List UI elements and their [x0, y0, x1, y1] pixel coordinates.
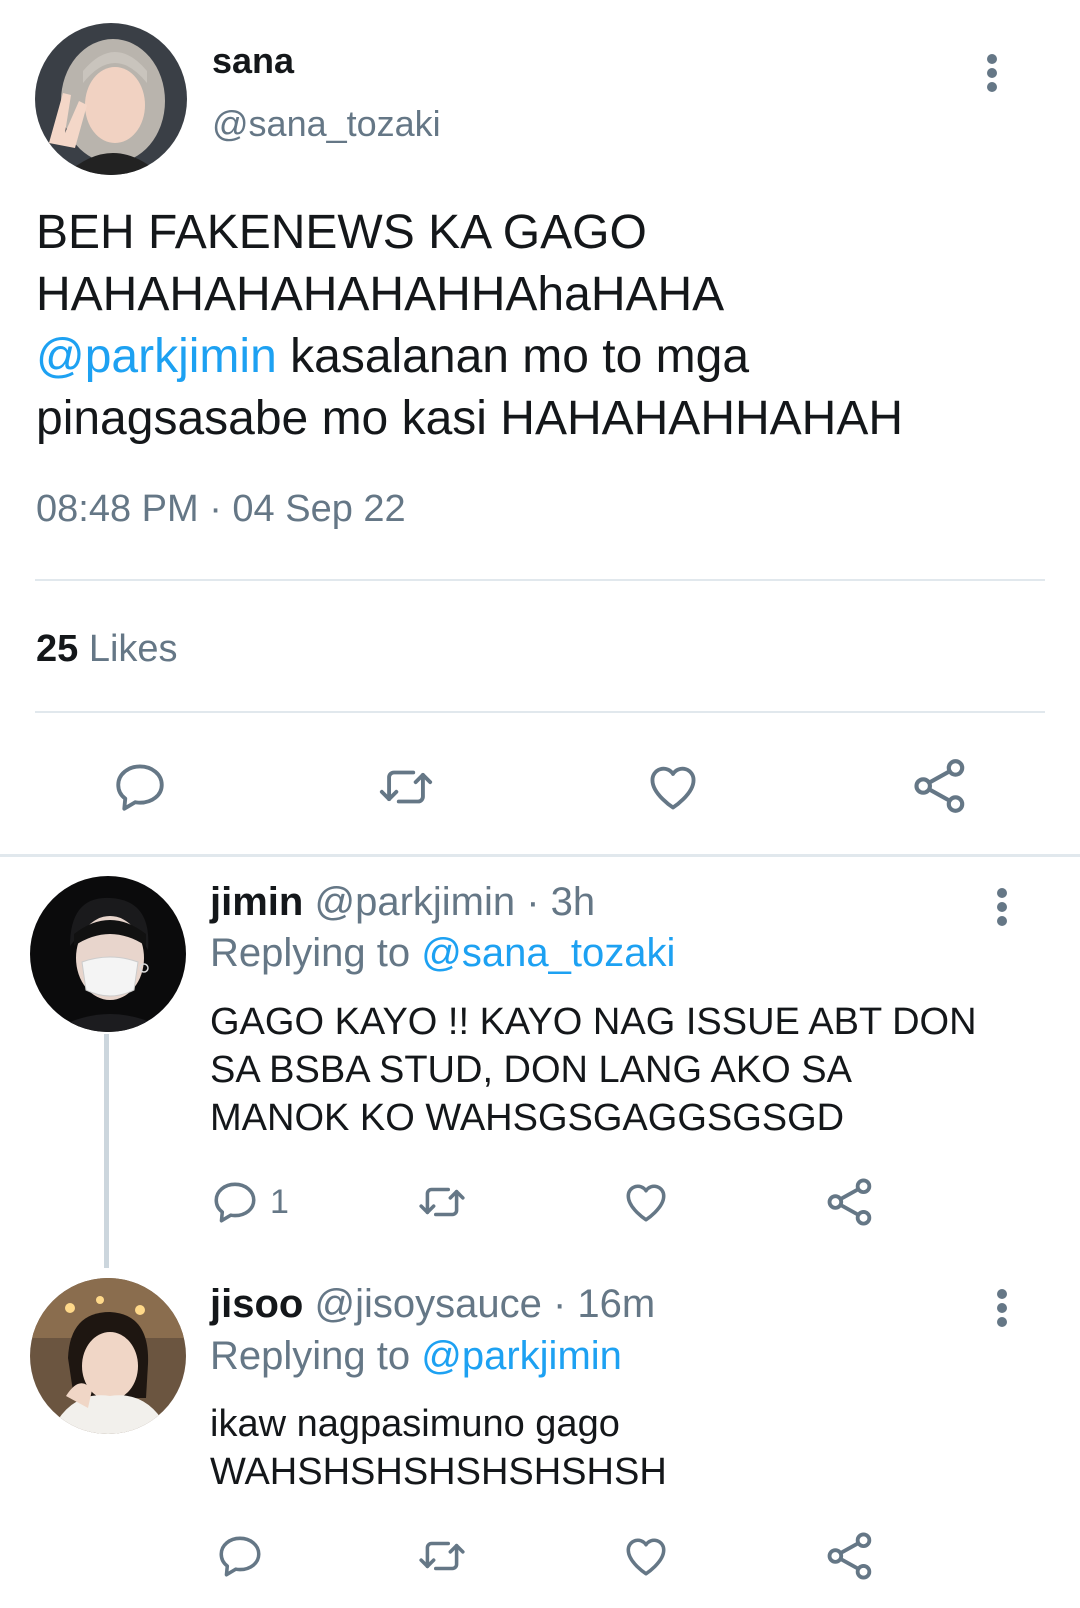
thread-line [104, 1034, 109, 1268]
reply-text-line: SA BSBA STUD, DON LANG AKO SA [210, 1049, 852, 1091]
retweet-icon [419, 1541, 465, 1571]
replying-to-handle[interactable]: @sana_tozaki [421, 931, 675, 975]
likes-label: Likes [88, 628, 178, 670]
share-icon [827, 1178, 872, 1226]
like-icon [650, 766, 696, 810]
replying-to: Replying to @sana_tozaki [210, 931, 675, 976]
author-handle[interactable]: @sana_tozaki [212, 103, 441, 145]
reply-icon [214, 1182, 256, 1223]
mention-link[interactable]: @parkjimin [36, 330, 277, 383]
author-display-name[interactable]: sana [212, 40, 294, 82]
like-button[interactable] [637, 755, 709, 819]
reply-display-name[interactable]: jimin [210, 880, 303, 924]
share-icon [914, 759, 965, 813]
share-button[interactable] [820, 1528, 880, 1584]
share-icon [827, 1532, 872, 1580]
tweet-text: BEH FAKENEWS KA GAGO HAHAHAHAHAHAHHAhaHA… [36, 202, 903, 450]
reply-header: jisoo @jisoysauce · 16m [210, 1282, 655, 1327]
retweet-icon [379, 770, 433, 804]
tweet-text-line: @parkjimin kasalanan mo to mga [36, 326, 903, 388]
like-button[interactable] [616, 1530, 676, 1582]
reply-count: 1 [270, 1182, 289, 1221]
tweet-text-line: BEH FAKENEWS KA GAGO [36, 206, 647, 259]
share-button[interactable] [904, 752, 976, 820]
more-options-icon[interactable] [982, 1283, 1022, 1333]
sana-avatar[interactable] [35, 23, 187, 175]
reply-button[interactable] [104, 755, 176, 819]
reply-button[interactable]: 1 [210, 1176, 289, 1228]
likes-stat[interactable]: 25 Likes [36, 628, 178, 671]
reply-icon [219, 1536, 261, 1577]
reply-text-line: GAGO KAYO !! KAYO NAG ISSUE ABT DON [210, 1001, 977, 1043]
tweet-timestamp[interactable]: 08:48 PM · 04 Sep 22 [36, 488, 406, 531]
jisoo-avatar[interactable] [30, 1278, 186, 1434]
divider [35, 711, 1045, 713]
replying-to-handle[interactable]: @parkjimin [421, 1334, 622, 1378]
share-button[interactable] [820, 1174, 880, 1230]
replying-to-label: Replying to [210, 931, 411, 975]
tweet-text-line: pinagsasabe mo kasi HAHAHAHHAHAH [36, 392, 903, 445]
reply-text: ikaw nagpasimuno gago WAHSHSHSHSHSHSHSH [210, 1400, 667, 1496]
reply-icon [116, 764, 164, 811]
retweet-button[interactable] [412, 1176, 472, 1228]
reply-button[interactable] [210, 1530, 270, 1582]
more-options-icon[interactable] [982, 882, 1022, 932]
reply-header: jimin @parkjimin · 3h [210, 880, 595, 925]
like-icon [626, 1538, 666, 1576]
section-divider [0, 854, 1080, 857]
likes-count: 25 [36, 628, 79, 670]
replying-to-label: Replying to [210, 1334, 411, 1378]
replying-to: Replying to @parkjimin [210, 1334, 622, 1379]
reply-text-line: MANOK KO WAHSGSGAGGSGSGD [210, 1097, 845, 1139]
retweet-icon [419, 1187, 465, 1217]
retweet-button[interactable] [370, 755, 442, 819]
reply-text-line: WAHSHSHSHSHSHSHSH [210, 1451, 667, 1493]
reply-display-name[interactable]: jisoo [210, 1282, 303, 1326]
reply-meta[interactable]: @jisoysauce · 16m [314, 1282, 655, 1326]
reply-text-line: ikaw nagpasimuno gago [210, 1403, 620, 1445]
reply-text: GAGO KAYO !! KAYO NAG ISSUE ABT DON SA B… [210, 998, 977, 1142]
divider [35, 579, 1045, 581]
more-options-icon[interactable] [972, 48, 1012, 98]
tweet-text-line: HAHAHAHAHAHAHHAhaHAHA [36, 268, 725, 321]
like-icon [626, 1184, 666, 1222]
reply-meta[interactable]: @parkjimin · 3h [314, 880, 595, 924]
retweet-button[interactable] [412, 1530, 472, 1582]
like-button[interactable] [616, 1176, 676, 1228]
tweet-text-span: kasalanan mo to mga [276, 330, 750, 383]
jimin-avatar[interactable] [30, 876, 186, 1032]
